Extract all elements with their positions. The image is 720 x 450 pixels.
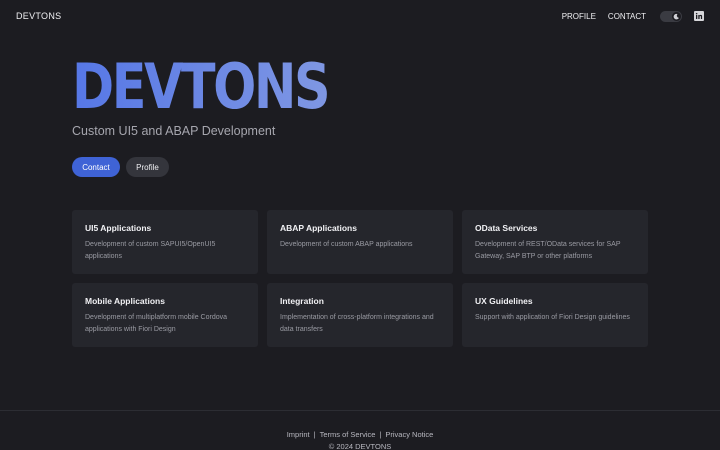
service-card-odata: OData Services Development of REST/OData…: [462, 210, 648, 274]
service-card-ui5: UI5 Applications Development of custom S…: [72, 210, 258, 274]
profile-button[interactable]: Profile: [126, 157, 169, 177]
contact-button[interactable]: Contact: [72, 157, 120, 177]
service-card-description: Development of custom ABAP applications: [280, 241, 413, 248]
service-card-title: UI5 Applications: [85, 223, 152, 233]
brand-logo-text[interactable]: DEVTONS: [16, 11, 61, 21]
footer-separator: |: [379, 430, 382, 439]
service-card-description: Support with application of Fiori Design…: [475, 314, 630, 321]
hero-subtitle: Custom UI5 and ABAP Development: [72, 124, 276, 138]
linkedin-icon[interactable]: [694, 11, 704, 21]
footer-links: Imprint | Terms of Service | Privacy Notice: [0, 430, 720, 439]
terms-of-service-link[interactable]: Terms of Service: [320, 430, 376, 439]
service-card-abap: ABAP Applications Development of custom …: [267, 210, 453, 274]
copyright-text: © 2024 DEVTONS: [328, 442, 392, 450]
service-card-description: Development of multiplatform mobile Cord…: [85, 314, 228, 333]
service-card-description: Development of custom SAPUI5/OpenUI5 app…: [85, 241, 216, 260]
service-card-ux: UX Guidelines Support with application o…: [462, 283, 648, 347]
top-navigation-bar: DEVTONS PROFILE CONTACT: [0, 0, 720, 32]
nav-link-contact[interactable]: CONTACT: [608, 12, 646, 21]
footer: Imprint | Terms of Service | Privacy Notice …: [0, 410, 720, 450]
service-card-title: ABAP Applications: [280, 223, 357, 233]
privacy-notice-link[interactable]: Privacy Notice: [385, 430, 433, 439]
imprint-link[interactable]: Imprint: [287, 430, 310, 439]
services-grid: UI5 Applications Development of custom S…: [72, 210, 648, 347]
service-card-title: Integration: [280, 296, 324, 306]
footer-separator: |: [313, 430, 316, 439]
service-card-title: Mobile Applications: [85, 296, 165, 306]
service-card-title: OData Services: [475, 223, 538, 233]
moon-icon: [672, 11, 681, 21]
service-card-title: UX Guidelines: [475, 296, 533, 306]
service-card-description: Implementation of cross-platform integra…: [280, 314, 434, 333]
main-nav: PROFILE CONTACT: [550, 10, 704, 22]
service-card-mobile: Mobile Applications Development of multi…: [72, 283, 258, 347]
nav-link-profile[interactable]: PROFILE: [562, 12, 596, 21]
hero-title: DEVTONS: [72, 50, 331, 123]
theme-toggle[interactable]: [660, 10, 682, 22]
service-card-integration: Integration Implementation of cross-plat…: [267, 283, 453, 347]
service-card-description: Development of REST/OData services for S…: [475, 241, 621, 260]
